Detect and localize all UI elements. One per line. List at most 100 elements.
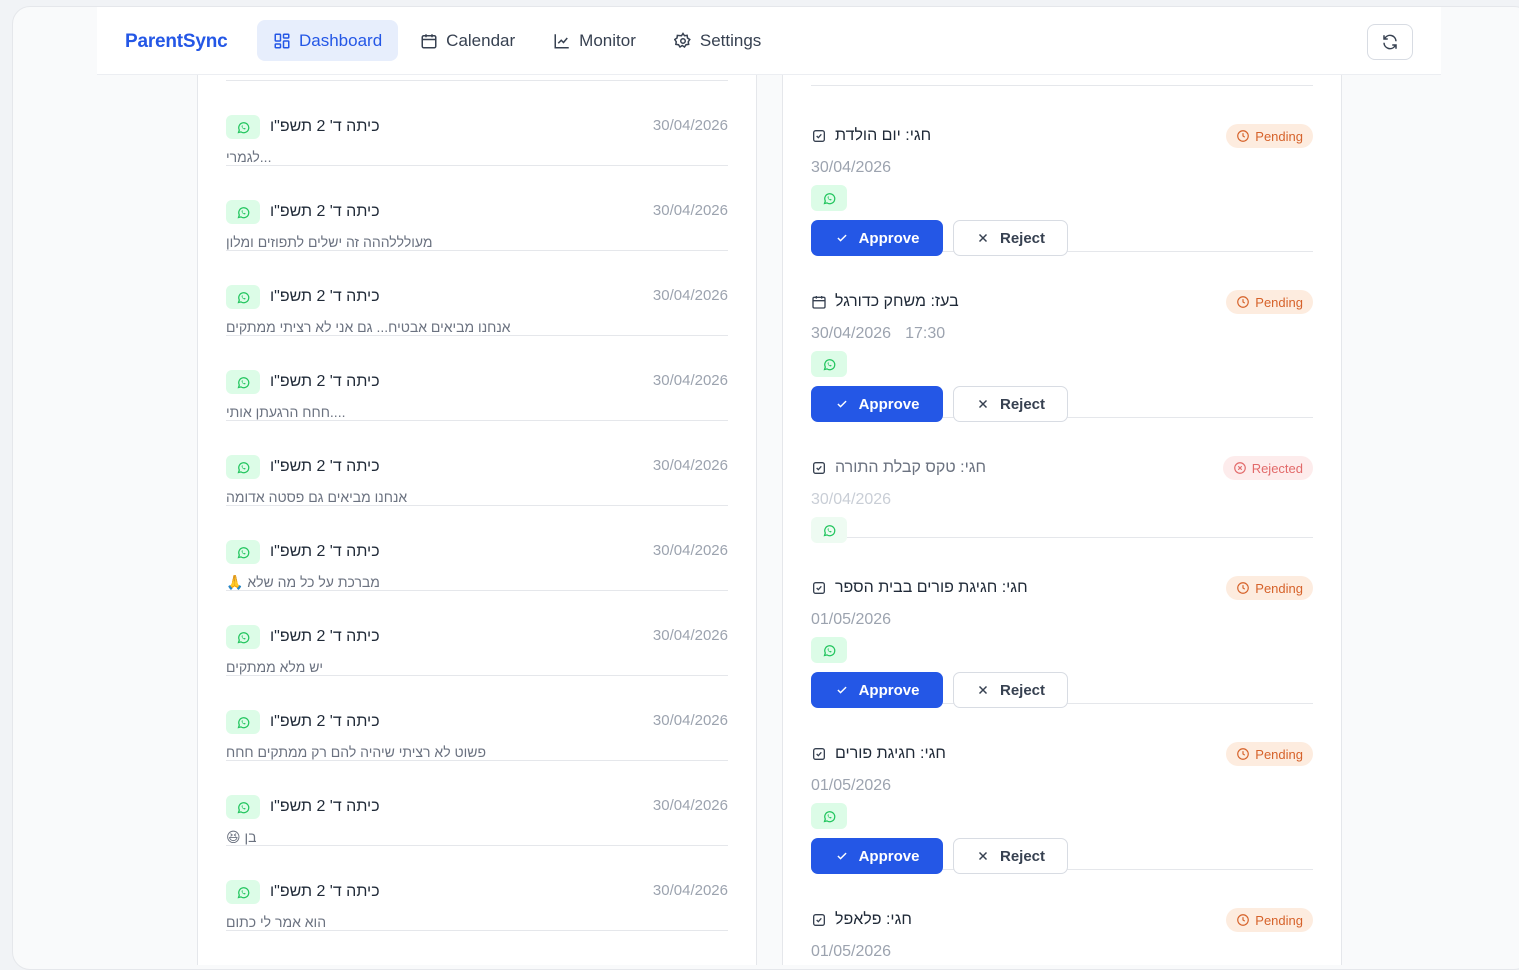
approve-label: Approve <box>858 395 920 413</box>
event-actions: Approve Reject <box>811 838 1068 874</box>
event-actions: Approve Reject <box>811 386 1068 422</box>
whatsapp-icon <box>823 644 835 656</box>
message-item[interactable]: כיתה ד' 2 תשפ"ו 30/04/2026 יש מלא ממתקים <box>226 591 728 676</box>
clock-icon <box>1237 914 1250 926</box>
event-date-value: 01/05/2026 <box>811 611 892 628</box>
messages-panel: כיתה ד' 2 תשפ"ו 30/04/2026 ...לגמרי כיתה… <box>197 75 757 965</box>
whatsapp-icon <box>237 631 249 643</box>
event-date: 30/04/2026 <box>811 159 891 177</box>
event-title: חגי: טקס קבלת התורה <box>811 459 986 477</box>
whatsapp-icon <box>237 716 249 728</box>
nav-settings[interactable]: Settings <box>658 20 777 61</box>
nav-calendar[interactable]: Calendar <box>404 20 531 61</box>
nav-monitor-label: Monitor <box>579 30 636 50</box>
event-title-text: בעז: משחק כדורגל <box>835 293 959 310</box>
event-date: 01/05/2026 <box>811 611 891 629</box>
message-item[interactable]: כיתה ד' 2 תשפ"ו 30/04/2026 מברכת על כל מ… <box>226 506 728 591</box>
clock-icon <box>1237 748 1250 760</box>
whatsapp-badge <box>226 540 260 564</box>
message-date: 30/04/2026 <box>652 202 728 219</box>
event-actions: Approve Reject <box>811 672 1068 708</box>
message-group-name: כיתה ד' 2 תשפ"ו <box>270 628 380 645</box>
event-list: חגי: יום הולדת Pending 30/04/2026 Approve Re… <box>811 85 1313 969</box>
status-label: Pending <box>1255 746 1303 762</box>
message-item[interactable]: כיתה ד' 2 תשפ"ו 30/04/2026 הוא אמר לי כת… <box>226 846 728 931</box>
message-item[interactable]: כיתה ד' 2 תשפ"ו 30/04/2026 בן 😆 <box>226 761 728 846</box>
message-group-name: כיתה ד' 2 תשפ"ו <box>270 798 380 815</box>
message-group: כיתה ד' 2 תשפ"ו <box>226 285 380 309</box>
approve-button[interactable]: Approve <box>811 838 943 874</box>
dashboard-grid-icon <box>274 33 290 48</box>
whatsapp-badge <box>226 370 260 394</box>
nav-monitor[interactable]: Monitor <box>537 20 652 61</box>
message-item[interactable]: כיתה ד' 2 תשפ"ו 30/04/2026 ...לגמרי <box>226 81 728 166</box>
whatsapp-badge <box>811 637 847 663</box>
event-title: חגי: חגיגת פורים בבית הספר <box>811 579 1028 597</box>
message-date: 30/04/2026 <box>652 457 728 474</box>
message-text: הוא אמר לי כתום <box>226 914 327 930</box>
message-group-name: כיתה ד' 2 תשפ"ו <box>270 203 380 220</box>
message-group: כיתה ד' 2 תשפ"ו <box>226 455 380 479</box>
message-text: ...לגמרי <box>226 149 272 165</box>
reject-button[interactable]: Reject <box>953 672 1068 708</box>
refresh-icon <box>1383 34 1397 50</box>
nav-dashboard[interactable]: Dashboard <box>257 20 399 61</box>
status-badge: Pending <box>1226 124 1313 148</box>
whatsapp-icon <box>823 810 835 822</box>
checkbox-icon <box>813 582 825 594</box>
close-icon <box>978 399 987 409</box>
event-title-text: חגי: חגיגת פורים בבית הספר <box>835 579 1028 596</box>
event-title-text: חגי: טקס קבלת התורה <box>835 459 987 476</box>
reject-label: Reject <box>999 395 1046 413</box>
message-item[interactable]: כיתה ד' 2 תשפ"ו 30/04/2026 אנחנו מביאים … <box>226 251 728 336</box>
approve-button[interactable]: Approve <box>811 672 943 708</box>
message-item[interactable]: כיתה ד' 2 תשפ"ו 30/04/2026 פשוט לא רציתי… <box>226 676 728 761</box>
approve-button[interactable]: Approve <box>811 386 943 422</box>
message-group: כיתה ד' 2 תשפ"ו <box>226 540 380 564</box>
brand-logo[interactable]: ParentSync <box>125 31 228 53</box>
event-item: בעז: משחק כדורגל Pending 30/04/2026 17:30 Ap… <box>811 252 1313 422</box>
reject-button[interactable]: Reject <box>953 220 1068 256</box>
message-item[interactable]: כיתה ד' 2 תשפ"ו 30/04/2026 אנחנו מביאים … <box>226 421 728 506</box>
message-item[interactable]: כיתה ד' 2 תשפ"ו 30/04/2026 ....חחח הרגעת… <box>226 336 728 421</box>
message-group-name: כיתה ד' 2 תשפ"ו <box>270 288 380 305</box>
refresh-button[interactable] <box>1367 24 1413 60</box>
reject-button[interactable]: Reject <box>953 386 1068 422</box>
message-date: 30/04/2026 <box>652 627 728 644</box>
whatsapp-badge <box>226 625 260 649</box>
whatsapp-icon <box>823 524 835 536</box>
message-item[interactable]: כיתה ד' 2 תשפ"ו 30/04/2026 מעולללההה זה … <box>226 166 728 251</box>
reject-button[interactable]: Reject <box>953 838 1068 874</box>
whatsapp-badge <box>811 185 847 211</box>
message-date: 30/04/2026 <box>652 712 728 729</box>
message-group: כיתה ד' 2 תשפ"ו <box>226 880 380 904</box>
events-panel: חגי: יום הולדת Pending 30/04/2026 Approve Re… <box>782 75 1342 965</box>
status-label: Pending <box>1255 128 1303 144</box>
app-window: ParentSync Dashboard Calendar Monitor Se… <box>12 6 1519 970</box>
status-badge: Pending <box>1226 290 1313 314</box>
event-date-value: 01/05/2026 <box>811 777 892 794</box>
reject-label: Reject <box>999 681 1046 699</box>
event-date-value: 30/04/2026 <box>811 325 892 342</box>
status-badge: Pending <box>1226 576 1313 600</box>
message-text: יש מלא ממתקים <box>226 659 324 675</box>
message-date: 30/04/2026 <box>652 542 728 559</box>
message-group-name: כיתה ד' 2 תשפ"ו <box>270 543 380 560</box>
message-list: כיתה ד' 2 תשפ"ו 30/04/2026 ...לגמרי כיתה… <box>226 80 728 931</box>
gear-icon <box>673 31 691 48</box>
event-item: חגי: יום הולדת Pending 30/04/2026 Approve Re… <box>811 86 1313 256</box>
event-date-value: 01/05/2026 <box>811 943 892 960</box>
calendar-icon <box>812 296 826 309</box>
approve-button[interactable]: Approve <box>811 220 943 256</box>
reject-label: Reject <box>999 847 1046 865</box>
event-date: 30/04/2026 <box>811 491 891 509</box>
whatsapp-icon <box>237 291 249 303</box>
clock-icon <box>1237 130 1250 142</box>
whatsapp-icon <box>237 206 249 218</box>
status-badge: Rejected <box>1222 456 1313 480</box>
close-icon <box>978 233 987 243</box>
event-actions: Approve Reject <box>811 220 1068 256</box>
whatsapp-badge <box>226 200 260 224</box>
whatsapp-icon <box>823 358 835 370</box>
message-date: 30/04/2026 <box>652 287 728 304</box>
